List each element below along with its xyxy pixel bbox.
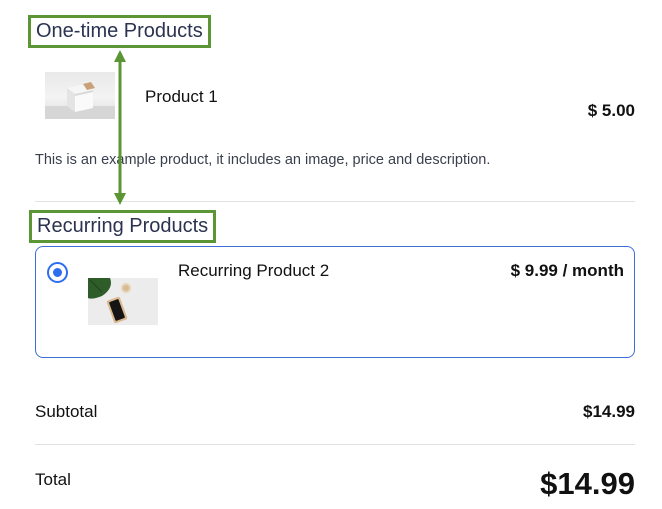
- recurring-product-price: $ 9.99 / month: [510, 261, 624, 280]
- recurring-products-title: Recurring Products: [29, 210, 217, 243]
- one-time-products-title: One-time Products: [28, 15, 211, 48]
- recurring-product-radio[interactable]: [47, 262, 68, 283]
- total-value: $14.99: [540, 466, 635, 501]
- summary-divider: [35, 444, 635, 445]
- product-1-image: [45, 72, 115, 119]
- recurring-product-name: Recurring Product 2: [178, 261, 330, 280]
- checkout-page: One-time Products Product 1 $ 5.00 This …: [0, 0, 662, 509]
- phone-plant-icon: [88, 278, 158, 325]
- total-label: Total: [35, 470, 71, 489]
- box-icon: [45, 82, 115, 119]
- subtotal-value: $14.99: [583, 402, 635, 421]
- subtotal-label: Subtotal: [35, 402, 98, 421]
- product-1-price: $ 5.00: [587, 101, 635, 120]
- product-1-name: Product 1: [145, 87, 218, 106]
- radio-selected-dot: [53, 268, 62, 277]
- double-arrow-icon: [114, 50, 126, 205]
- product-1-description: This is an example product, it includes …: [35, 152, 491, 168]
- recurring-product-image: [88, 278, 158, 325]
